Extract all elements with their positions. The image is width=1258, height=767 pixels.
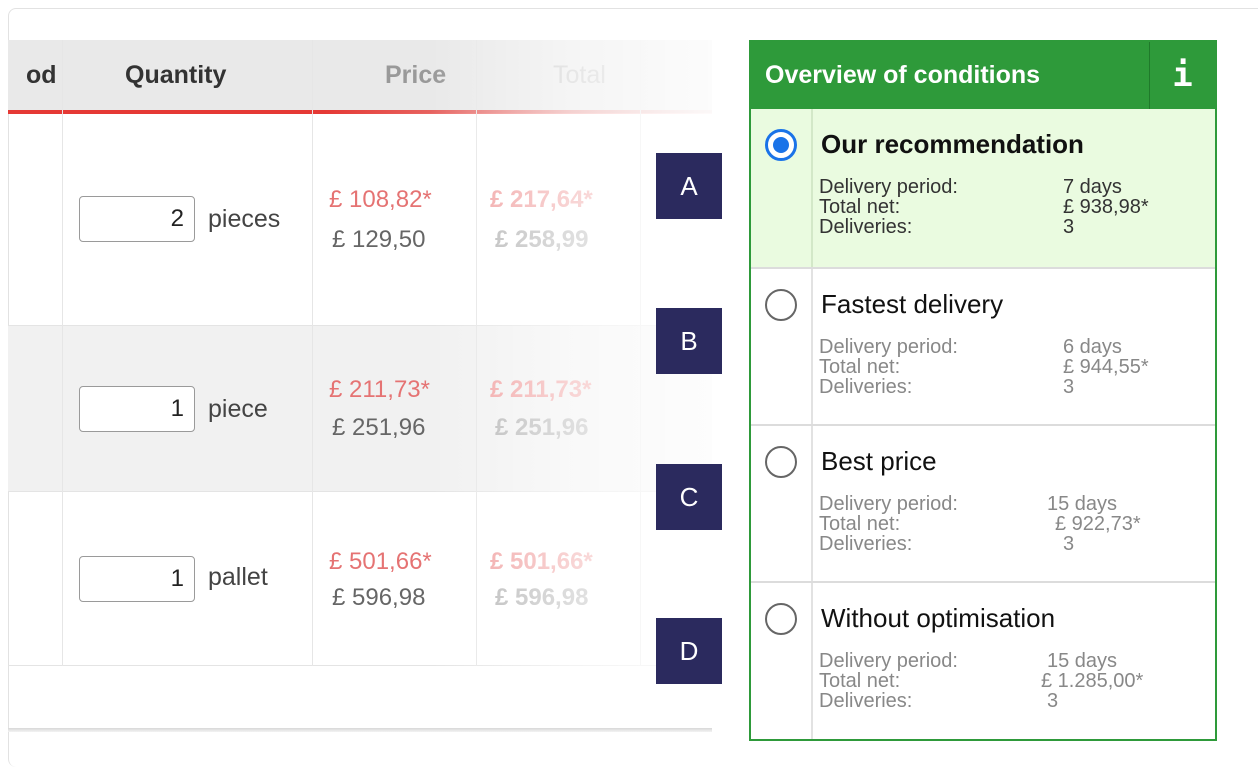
option-divider [811,269,813,424]
deliveries-value: 3 [1047,690,1059,712]
column-divider [476,40,477,666]
table-row: 1 piece £ 211,73* £ 251,96 £ 211,73* £ 2… [8,326,712,492]
price-net: £ 501,66* [329,548,432,575]
column-divider [62,40,63,666]
radio-button[interactable] [765,446,797,478]
total-net-value: £ 938,98* [1063,196,1149,218]
marker-d: D [656,618,722,684]
total-net: £ 501,66* [490,548,593,575]
unit-label: pieces [208,205,281,233]
header-method[interactable]: od [26,40,57,110]
total-gross: £ 258,99 [495,226,589,253]
unit-label: pallet [208,563,268,591]
total-net-label: Total net: [819,356,901,378]
radio-button[interactable] [765,603,797,635]
conditions-header: Overview of conditions i [751,42,1215,109]
total-net-value: £ 1.285,00* [1041,670,1144,692]
deliveries-label: Deliveries: [819,376,913,398]
price-net: £ 108,82* [329,186,432,213]
order-table: od Quantity Price Total 2 pieces £ 108,8… [8,40,712,730]
price-gross: £ 251,96 [332,414,426,441]
column-divider [640,40,641,666]
total-net: £ 211,73* [490,376,592,403]
header-price[interactable]: Price [385,40,446,110]
option-divider [811,583,813,739]
delivery-period-value: 15 days [1047,650,1118,672]
deliveries-label: Deliveries: [819,216,913,238]
delivery-period-label: Delivery period: [819,176,958,198]
marker-b: B [656,308,722,374]
table-header: od Quantity Price Total [8,40,712,114]
table-row: 2 pieces £ 108,82* £ 129,50 £ 217,64* £ … [8,114,712,326]
option-without-optimisation[interactable]: Without optimisation Delivery period: 15… [751,581,1215,739]
delivery-period-value: 15 days [1047,493,1118,515]
info-icon[interactable]: i [1149,42,1215,109]
price-gross: £ 596,98 [332,584,426,611]
total-gross: £ 251,96 [495,414,589,441]
option-title: Our recommendation [821,129,1084,159]
radio-button-checked[interactable] [765,129,797,161]
total-net-label: Total net: [819,513,901,535]
delivery-period-value: 6 days [1063,336,1122,358]
total-net-value: £ 922,73* [1055,513,1141,535]
delivery-period-label: Delivery period: [819,336,958,358]
deliveries-value: 3 [1063,216,1075,238]
price-gross: £ 129,50 [332,226,426,253]
total-net-value: £ 944,55* [1063,356,1149,378]
delivery-period-label: Delivery period: [819,650,958,672]
header-total[interactable]: Total [553,40,606,110]
conditions-panel: Overview of conditions i Our recommendat… [749,40,1217,741]
marker-a: A [656,153,722,219]
total-net: £ 217,64* [490,186,593,213]
option-title: Without optimisation [821,603,1056,633]
option-our-recommendation[interactable]: Our recommendation Delivery period: 7 da… [751,109,1215,267]
total-gross: £ 596,98 [495,584,589,611]
quantity-input[interactable]: 1 [79,386,195,432]
unit-label: piece [208,395,268,423]
price-net: £ 211,73* [329,376,430,403]
total-net-label: Total net: [819,196,901,218]
table-row: 1 pallet £ 501,66* £ 596,98 £ 501,66* £ … [8,492,712,666]
deliveries-label: Deliveries: [819,533,913,555]
conditions-title: Overview of conditions [765,61,1041,89]
option-title: Best price [821,446,937,476]
quantity-input[interactable]: 1 [79,556,195,602]
marker-c: C [656,464,722,530]
total-net-label: Total net: [819,670,901,692]
option-divider [811,426,813,581]
option-best-price[interactable]: Best price Delivery period: 15 days Tota… [751,424,1215,581]
header-quantity[interactable]: Quantity [125,40,226,110]
deliveries-value: 3 [1063,376,1075,398]
column-divider [312,40,313,666]
deliveries-label: Deliveries: [819,690,913,712]
radio-button[interactable] [765,289,797,321]
option-divider [811,109,813,267]
table-bottom-edge [8,728,712,732]
quantity-input[interactable]: 2 [79,196,195,242]
option-fastest-delivery[interactable]: Fastest delivery Delivery period: 6 days… [751,267,1215,424]
delivery-period-label: Delivery period: [819,493,958,515]
option-title: Fastest delivery [821,289,1004,319]
deliveries-value: 3 [1063,533,1075,555]
delivery-period-value: 7 days [1063,176,1122,198]
